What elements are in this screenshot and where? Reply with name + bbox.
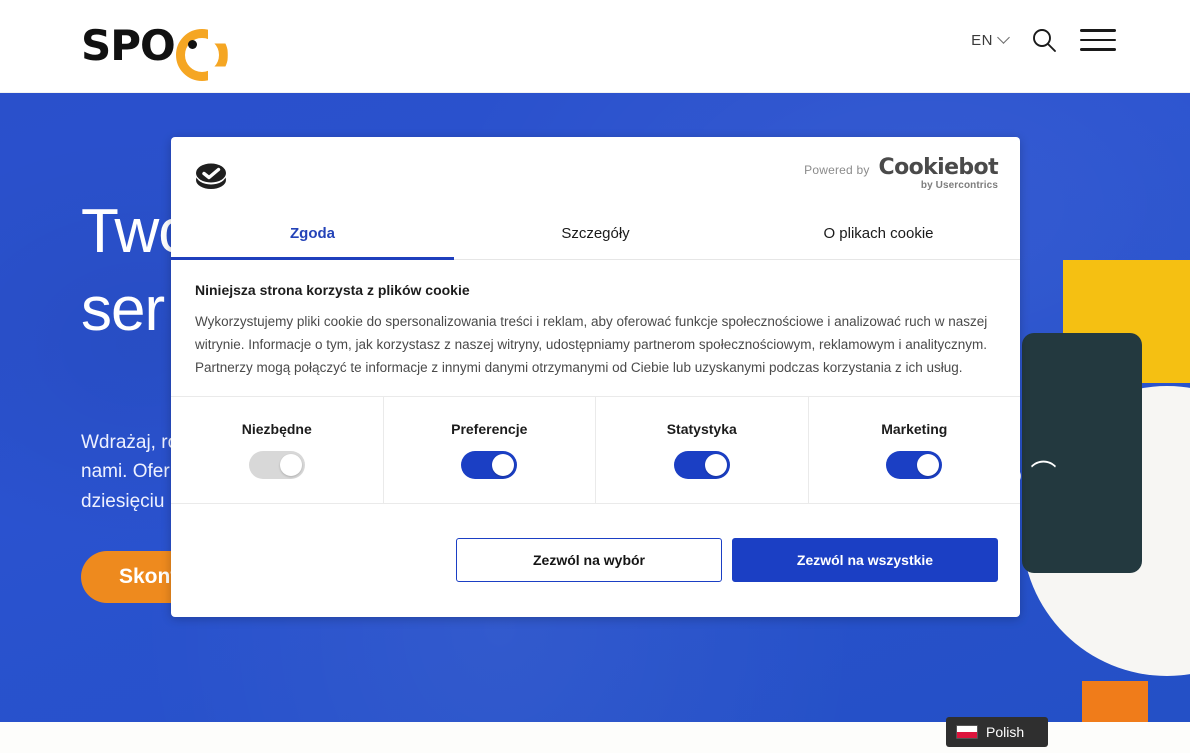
cookiebot-cookie-check-icon (191, 154, 231, 194)
tab-o-plikach-cookie[interactable]: O plikach cookie (737, 211, 1020, 260)
allow-selection-button[interactable]: Zezwól na wybór (456, 538, 722, 583)
allow-all-button[interactable]: Zezwól na wszystkie (732, 538, 998, 583)
language-badge-label: Polish (986, 724, 1025, 740)
language-selector-label: EN (971, 31, 993, 49)
powered-by-cookiebot[interactable]: Powered by Cookiebot by Usercontrics (804, 157, 998, 191)
cookie-category-statistics: Statystyka (596, 396, 809, 503)
header-actions: EN (971, 26, 1116, 54)
cookie-category-preferences: Preferencje (384, 396, 596, 503)
site-logo-c-icon (176, 29, 210, 63)
toggle-preferences[interactable] (461, 450, 518, 479)
cookie-category-label: Preferencje (451, 420, 528, 437)
cookie-dialog-title: Niniejsza strona korzysta z plików cooki… (195, 282, 470, 298)
cookie-category-row: Niezbędne Preferencje Statystyka Marketi… (171, 395, 1021, 504)
cookie-dialog-header: Powered by Cookiebot by Usercontrics (171, 137, 1020, 211)
site-logo[interactable]: SPO (81, 24, 210, 68)
cookie-category-necessary: Niezbędne (171, 396, 384, 503)
toggle-marketing[interactable] (886, 450, 943, 479)
toggle-necessary (248, 450, 305, 479)
cookie-dialog-actions: Zezwól na wybór Zezwól na wszystkie (171, 504, 1020, 617)
cookie-category-label: Statystyka (666, 420, 737, 437)
search-icon[interactable] (1030, 26, 1058, 54)
decorative-orange-square (1082, 681, 1148, 722)
decorative-dark-card (1022, 333, 1142, 573)
cookiebot-brand-name: Cookiebot (878, 155, 999, 180)
cookie-category-label: Niezbędne (241, 420, 312, 437)
cookie-dialog-tabs: Zgoda Szczegóły O plikach cookie (171, 211, 1020, 260)
language-badge[interactable]: Polish (946, 717, 1048, 747)
chevron-down-icon (997, 31, 1010, 44)
toggle-statistics[interactable] (673, 450, 730, 479)
powered-by-label: Powered by (804, 163, 870, 177)
site-header: SPO EN (0, 0, 1190, 93)
cookie-category-marketing: Marketing (809, 397, 1021, 503)
tab-zgoda[interactable]: Zgoda (171, 211, 454, 260)
cookie-dialog-description: Wykorzystujemy pliki cookie do spersonal… (195, 314, 988, 376)
cookie-dialog-body: Niniejsza strona korzysta z plików cooki… (171, 260, 1020, 396)
polish-flag-icon (956, 725, 978, 739)
cookie-consent-dialog: Powered by Cookiebot by Usercontrics Zgo… (171, 137, 1020, 617)
tab-szczegoly[interactable]: Szczegóły (454, 211, 737, 260)
language-selector[interactable]: EN (971, 31, 1010, 49)
cookie-category-label: Marketing (881, 420, 948, 437)
page-root: SPO EN ↄ ⌒ Twó ser Wdrażaj, ro nami. Ofe… (0, 0, 1190, 753)
hamburger-menu-icon[interactable] (1080, 29, 1116, 51)
site-logo-text: SPO (81, 21, 176, 70)
cookiebot-brand-subtitle: by Usercontrics (920, 180, 998, 191)
